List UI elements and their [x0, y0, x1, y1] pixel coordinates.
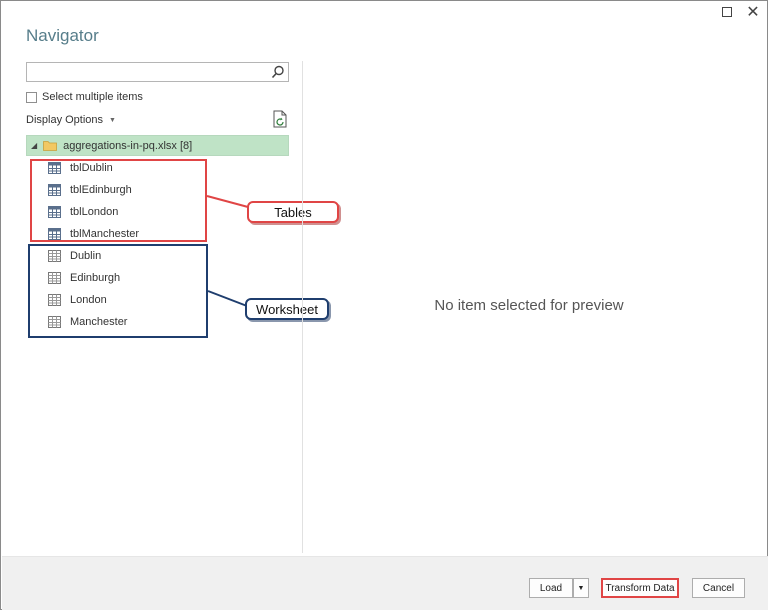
search-icon[interactable]: [271, 65, 285, 79]
select-multiple-checkbox[interactable]: [26, 91, 37, 103]
navigator-dialog: ✕ Navigator Select multiple items Displa…: [0, 0, 768, 610]
tree-root-label: aggregations-in-pq.xlsx [8]: [63, 139, 193, 152]
folder-icon: [43, 141, 58, 151]
worksheet-connector-line: [207, 290, 248, 307]
search-input[interactable]: [27, 64, 267, 82]
close-icon: ✕: [746, 4, 760, 21]
display-options-label: Display Options: [26, 114, 104, 126]
maximize-button[interactable]: [717, 3, 737, 21]
close-button[interactable]: ✕: [743, 3, 763, 21]
expand-arrow-icon[interactable]: ◢: [31, 141, 37, 150]
load-button[interactable]: Load: [529, 578, 573, 598]
dialog-footer: Load ▼ Transform Data Cancel: [2, 556, 768, 610]
display-options-dropdown[interactable]: Display Options ▼: [26, 114, 116, 126]
cancel-button[interactable]: Cancel: [692, 578, 745, 598]
caret-down-icon: ▼: [109, 116, 116, 124]
tables-callout-label: Tables: [274, 204, 312, 220]
maximize-icon: [722, 7, 732, 17]
tables-highlight-box: [30, 159, 207, 242]
select-multiple-label: Select multiple items: [42, 91, 143, 103]
load-dropdown-button[interactable]: ▼: [573, 578, 589, 598]
worksheet-highlight-box: [28, 244, 208, 338]
caret-down-icon: ▼: [577, 584, 585, 592]
tables-callout: Tables: [247, 201, 339, 223]
select-multiple-option[interactable]: Select multiple items: [26, 90, 143, 104]
preview-empty-message: No item selected for preview: [434, 297, 624, 314]
search-box[interactable]: [26, 62, 289, 82]
dialog-title: Navigator: [26, 26, 99, 45]
transform-data-button[interactable]: Transform Data: [601, 578, 679, 598]
tables-connector-line: [206, 195, 249, 208]
refresh-document-icon[interactable]: [272, 110, 288, 128]
tree-root-workbook[interactable]: ◢ aggregations-in-pq.xlsx [8]: [26, 135, 289, 156]
